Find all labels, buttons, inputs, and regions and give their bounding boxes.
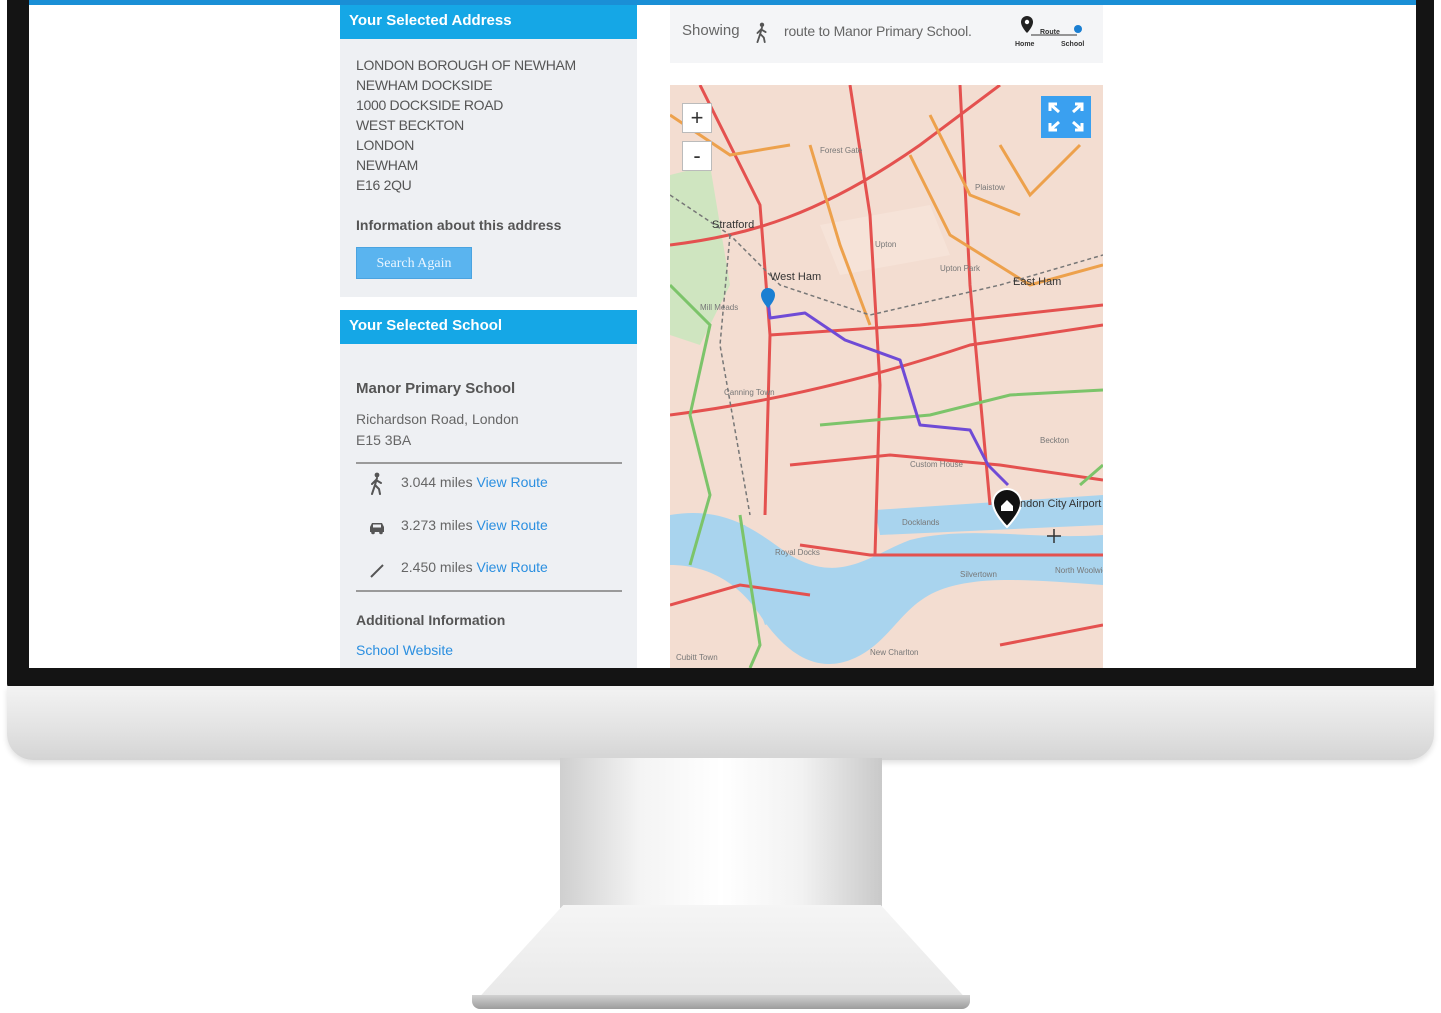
address-line: E16 2QU	[356, 177, 412, 193]
school-address: Richardson Road, London E15 3BA	[356, 409, 637, 451]
straight-distance: 2.450 miles	[401, 559, 473, 575]
address-line: 1000 DOCKSIDE ROAD	[356, 97, 504, 113]
divider	[356, 462, 622, 464]
walking-icon	[371, 472, 382, 495]
screen: Your Selected Address LONDON BOROUGH OF …	[29, 0, 1416, 668]
legend-school-label: School	[1061, 41, 1085, 48]
label-cubitt-town: Cubitt Town	[676, 653, 718, 662]
fullscreen-button[interactable]	[1041, 96, 1091, 138]
school-marker-icon	[1074, 25, 1082, 33]
address-lines: LONDON BOROUGH OF NEWHAM NEWHAM DOCKSIDE…	[356, 55, 637, 195]
monitor-chin	[7, 686, 1434, 760]
zoom-in-button[interactable]: +	[682, 103, 712, 133]
zoom-out-button[interactable]: -	[682, 141, 712, 171]
school-name: Manor Primary School	[356, 380, 516, 397]
label-west-ham: West Ham	[770, 271, 821, 283]
route-description: route to Manor Primary School.	[784, 23, 972, 39]
label-beckton: Beckton	[1040, 436, 1069, 445]
label-upton: Upton	[875, 240, 896, 249]
walking-icon	[756, 22, 767, 43]
address-info-link[interactable]: Information about this address	[356, 217, 637, 233]
label-silvertown: Silvertown	[960, 570, 997, 579]
monitor-stand	[560, 758, 882, 908]
school-address-line: E15 3BA	[356, 432, 412, 448]
selected-school-panel: Your Selected School Manor Primary Schoo…	[340, 310, 637, 668]
home-marker-icon	[1021, 16, 1033, 33]
route-info-bar: Showing route to Manor Primary School. R…	[670, 5, 1103, 63]
label-docklands: Docklands	[902, 518, 939, 527]
label-upton-park: Upton Park	[940, 264, 981, 273]
label-plaistow: Plaistow	[975, 183, 1005, 192]
school-panel-heading: Your Selected School	[340, 310, 637, 344]
monitor-stand-foot	[474, 905, 970, 1003]
label-london-city-airport: ndon City Airport	[1020, 498, 1101, 510]
label-forest-gate: Forest Gate	[820, 146, 863, 155]
school-address-line: Richardson Road, London	[356, 411, 519, 427]
walking-view-route-link[interactable]: View Route	[476, 474, 547, 490]
car-icon	[370, 523, 384, 535]
address-panel-heading: Your Selected Address	[340, 5, 637, 39]
address-line: NEWHAM DOCKSIDE	[356, 77, 493, 93]
map-canvas[interactable]: Stratford West Ham East Ham ndon City Ai…	[670, 85, 1103, 668]
label-new-charlton: New Charlton	[870, 648, 918, 657]
label-custom-house: Custom House	[910, 460, 963, 469]
search-again-button[interactable]: Search Again	[356, 247, 472, 279]
address-line: WEST BECKTON	[356, 117, 464, 133]
straight-line-icon	[370, 564, 384, 578]
map-legend: Route Home School	[1015, 13, 1095, 53]
driving-view-route-link[interactable]: View Route	[476, 517, 547, 533]
address-line: LONDON	[356, 137, 415, 153]
label-canning-town: Canning Town	[724, 388, 775, 397]
address-line: NEWHAM	[356, 157, 418, 173]
fullscreen-icon	[1048, 102, 1084, 132]
straight-view-route-link[interactable]: View Route	[476, 559, 547, 575]
label-east-ham: East Ham	[1013, 276, 1061, 288]
showing-label: Showing	[682, 22, 740, 39]
label-mill-meads: Mill Meads	[700, 303, 738, 312]
legend-route-label: Route	[1040, 29, 1060, 36]
school-website-link[interactable]: School Website	[356, 642, 453, 658]
divider	[356, 590, 622, 592]
monitor-base	[472, 995, 970, 1009]
additional-info-heading: Additional Information	[356, 612, 506, 628]
walking-distance: 3.044 miles	[401, 474, 473, 490]
label-royal-docks: Royal Docks	[775, 548, 820, 557]
legend-home-label: Home	[1015, 41, 1035, 48]
driving-distance: 3.273 miles	[401, 517, 473, 533]
route-map[interactable]: Stratford West Ham East Ham ndon City Ai…	[670, 85, 1103, 668]
label-north-woolwich: North Woolwich	[1055, 566, 1103, 575]
selected-address-panel: Your Selected Address LONDON BOROUGH OF …	[340, 5, 637, 297]
label-stratford: Stratford	[712, 219, 754, 231]
address-line: LONDON BOROUGH OF NEWHAM	[356, 57, 576, 73]
